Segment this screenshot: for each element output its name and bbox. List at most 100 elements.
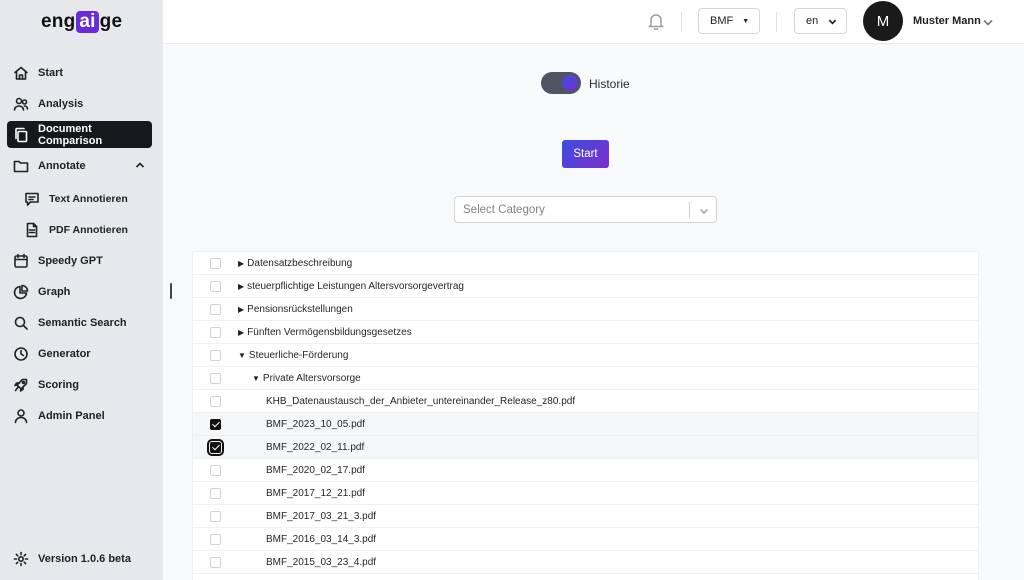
app-logo[interactable]: eng ai ge — [41, 9, 122, 35]
sidebar-item-pdf-annotieren[interactable]: PDF Annotieren — [18, 216, 152, 243]
tree-row-label: BMF_2017_12_21.pdf — [266, 487, 365, 499]
logo-text-pre: eng — [41, 11, 76, 32]
expand-triangle-icon[interactable]: ▶ — [238, 282, 244, 291]
tree-row[interactable]: BMF_2022_02_11.pdf — [193, 436, 978, 459]
sidebar-item-label: Semantic Search — [38, 316, 127, 329]
chevron-down-icon — [827, 16, 838, 27]
home-icon — [13, 65, 29, 81]
row-checkbox[interactable] — [210, 372, 221, 384]
header-divider — [681, 12, 682, 32]
folder-icon — [13, 158, 29, 174]
tree-row[interactable]: ▶ steuerpflichtige Leistungen Altersvorso… — [193, 275, 978, 298]
historie-toggle[interactable] — [541, 72, 581, 94]
row-checkbox[interactable] — [210, 556, 221, 568]
chevron-up-icon[interactable] — [134, 159, 146, 174]
collapse-triangle-icon[interactable]: ▼ — [252, 374, 260, 383]
expand-triangle-icon[interactable]: ▶ — [238, 328, 244, 337]
tree-row[interactable]: BMF_2017_12_21.pdf — [193, 482, 978, 505]
copy-icon — [13, 127, 29, 143]
sidebar: eng ai ge Start Analysis Document Comparis… — [0, 0, 163, 580]
header-divider — [776, 12, 777, 32]
tree-row[interactable]: BMF_2015_03_23_4.pdf — [193, 551, 978, 574]
logo-text-ai: ai — [76, 11, 99, 33]
user-icon — [13, 408, 29, 424]
tree-row[interactable]: ▶ Fünften Vermögensbildungsgesetzes — [193, 321, 978, 344]
language-select[interactable]: en — [794, 8, 847, 34]
message-icon — [24, 191, 40, 207]
tree-row-label: BMF_2022_02_11.pdf — [266, 441, 365, 453]
row-checkbox[interactable] — [210, 280, 221, 292]
tree-row[interactable]: BMF_2023_10_05.pdf — [193, 413, 978, 436]
sidebar-resize-handle[interactable] — [170, 283, 172, 299]
category-select[interactable]: Select Category — [454, 196, 717, 223]
sidebar-version[interactable]: Version 1.0.6 beta — [7, 545, 152, 572]
user-name[interactable]: Muster Mann — [913, 15, 981, 27]
sidebar-item-document-comparison[interactable]: Document Comparison — [7, 121, 152, 148]
sidebar-item-label: Scoring — [38, 378, 79, 391]
collapse-triangle-icon[interactable]: ▼ — [238, 351, 246, 360]
tree-row[interactable]: ▼ Steuerliche-Förderung — [193, 344, 978, 367]
tree-row-label: KHB_Datenaustausch_der_Anbieter_unterein… — [266, 395, 576, 407]
row-checkbox[interactable] — [210, 326, 221, 338]
sidebar-item-graph[interactable]: Graph — [7, 278, 152, 305]
gear-icon — [13, 551, 29, 567]
tree-row-label: ▶ Pensionsrückstellungen — [238, 303, 353, 315]
sidebar-item-label: Annotate — [38, 159, 86, 172]
toggle-label: Historie — [589, 77, 630, 91]
clock-icon — [13, 346, 29, 362]
sidebar-item-scoring[interactable]: Scoring — [7, 371, 152, 398]
tree-row[interactable]: ▼ Private Altersvorsorge — [193, 367, 978, 390]
sidebar-item-label: Admin Panel — [38, 409, 105, 422]
sidebar-item-analysis[interactable]: Analysis — [7, 90, 152, 117]
tree-row-label: ▼ Private Altersvorsorge — [252, 372, 361, 384]
expand-triangle-icon[interactable]: ▶ — [238, 259, 244, 268]
sidebar-item-label: PDF Annotieren — [49, 223, 128, 236]
sidebar-item-semantic-search[interactable]: Semantic Search — [7, 309, 152, 336]
row-checkbox[interactable] — [210, 510, 221, 522]
tree-row-label: BMF_2016_03_14_3.pdf — [266, 533, 377, 545]
sidebar-item-label: Speedy GPT — [38, 254, 103, 267]
file-icon — [24, 222, 40, 238]
tree-row[interactable]: BMF_2017_03_21_3.pdf — [193, 505, 978, 528]
org-select[interactable]: BMF ▼ — [698, 8, 760, 34]
tree-row-label: BMF_2020_02_17.pdf — [266, 464, 365, 476]
sidebar-item-text-annotieren[interactable]: Text Annotieren — [18, 185, 152, 212]
document-tree: ▶ Datensatzbeschreibung ▶ steuerpflichtige… — [192, 251, 979, 580]
expand-triangle-icon[interactable]: ▶ — [238, 305, 244, 314]
sidebar-item-label: Generator — [38, 347, 91, 360]
tree-row[interactable]: BMF_2016_03_14_3.pdf — [193, 528, 978, 551]
sidebar-item-label: Document Comparison — [38, 122, 103, 147]
row-checkbox[interactable] — [210, 257, 221, 269]
row-checkbox[interactable] — [210, 487, 221, 499]
start-button[interactable]: Start — [562, 140, 609, 168]
users-icon — [13, 96, 29, 112]
version-label: Version 1.0.6 beta — [38, 552, 131, 565]
rocket-icon — [13, 377, 29, 393]
row-checkbox[interactable] — [210, 303, 221, 315]
row-checkbox[interactable] — [210, 395, 221, 407]
tree-row[interactable]: KHB_Datenaustausch_der_Anbieter_unterein… — [193, 390, 978, 413]
tree-row-label: BMF_2015_03_23_4.pdf — [266, 556, 377, 568]
sidebar-item-label: Start — [38, 66, 64, 79]
sidebar-item-generator[interactable]: Generator — [7, 340, 152, 367]
row-checkbox[interactable] — [210, 464, 221, 476]
user-menu-chevron-icon[interactable] — [982, 15, 994, 27]
sidebar-item-label: Analysis — [38, 97, 84, 110]
search-icon — [13, 315, 29, 331]
tree-row[interactable]: BMF_2020_02_17.pdf — [193, 459, 978, 482]
row-checkbox[interactable] — [207, 438, 224, 456]
sidebar-item-admin-panel[interactable]: Admin Panel — [7, 402, 152, 429]
avatar[interactable]: M — [863, 1, 903, 41]
row-checkbox[interactable] — [210, 418, 221, 430]
sidebar-item-speedy-gpt[interactable]: Speedy GPT — [7, 247, 152, 274]
sidebar-item-start[interactable]: Start — [7, 59, 152, 86]
row-checkbox[interactable] — [210, 349, 221, 361]
row-checkbox[interactable] — [210, 533, 221, 545]
pie-chart-icon — [13, 284, 29, 300]
tree-row[interactable]: ▶ Datensatzbeschreibung — [193, 252, 978, 275]
tree-row-label: ▶ Datensatzbeschreibung — [238, 257, 353, 269]
bell-icon[interactable] — [647, 12, 665, 31]
sidebar-item-annotate[interactable]: Annotate — [7, 152, 152, 179]
tree-row[interactable]: ▶ Pensionsrückstellungen — [193, 298, 978, 321]
caret-down-icon: ▼ — [742, 17, 750, 25]
